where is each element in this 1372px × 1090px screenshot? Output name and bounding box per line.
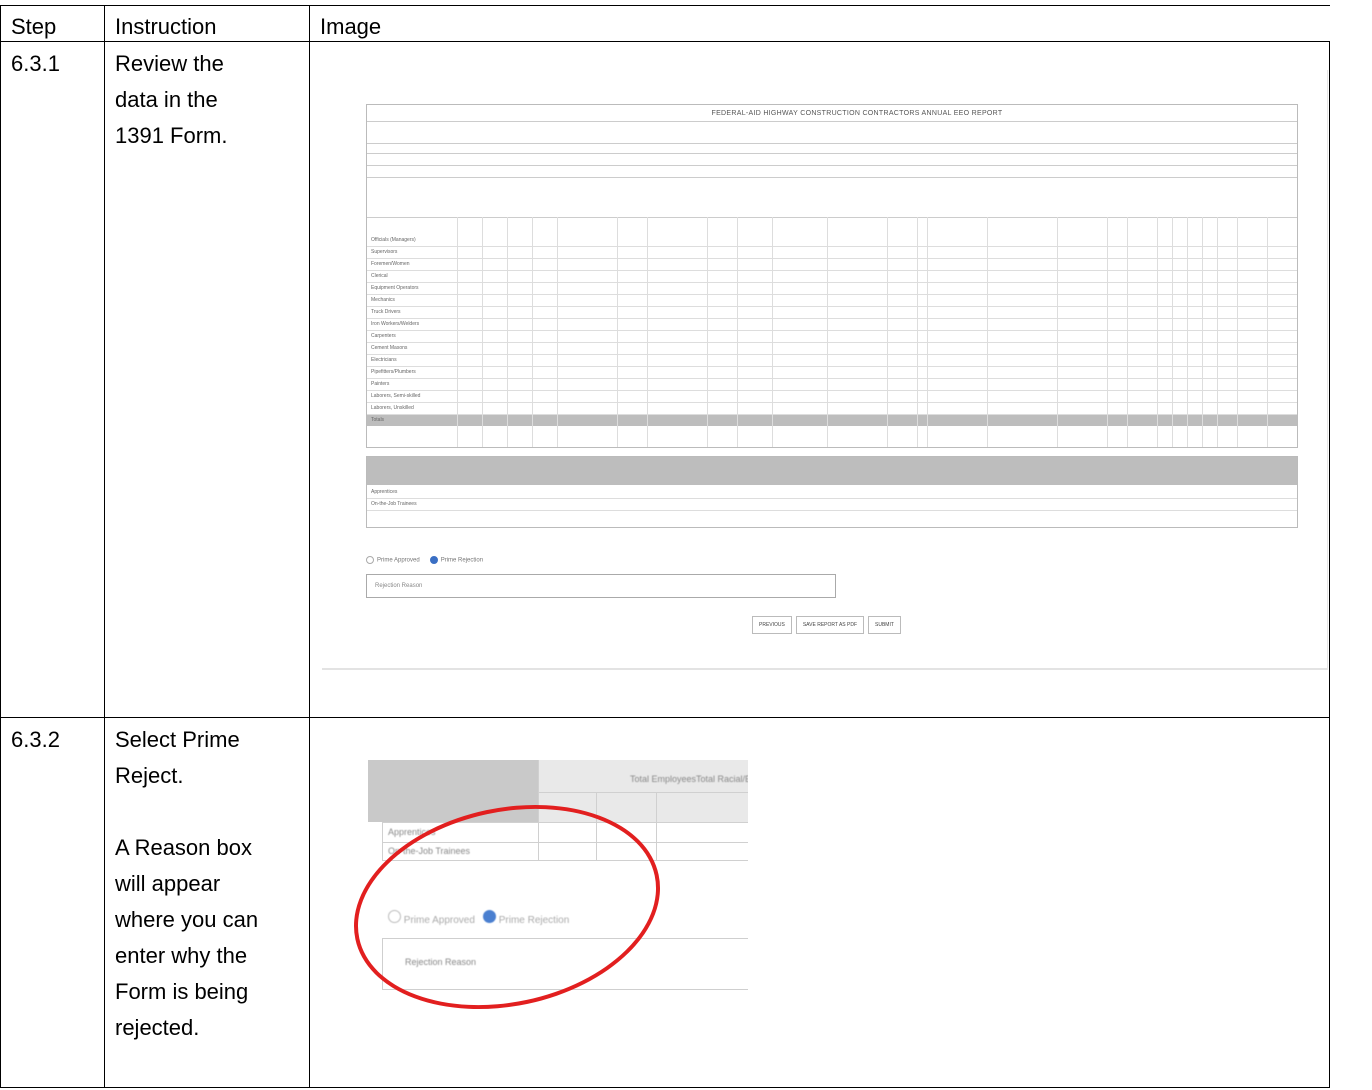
instruction-line: data in the (115, 87, 218, 112)
grid-column-line (1172, 217, 1173, 447)
grid-column-line (1237, 217, 1238, 447)
grid-column-line (1107, 217, 1108, 447)
job-category-label: Equipment Operators (371, 285, 419, 291)
grid-column-line (1217, 217, 1218, 447)
instruction-line: Select Prime (115, 727, 240, 752)
job-category-label: Cement Masons (371, 345, 408, 351)
job-category-label: Painters (371, 381, 390, 387)
zoom-header-total-employees: Total Employees (630, 774, 697, 784)
job-category-label: Carpenters (371, 333, 396, 339)
job-category-label: Mechanics (371, 297, 395, 303)
job-category-label: Laborers, Unskilled (371, 405, 414, 411)
job-category-label: Laborers, Semi-skilled (371, 393, 421, 399)
instruction-line: Review the (115, 51, 224, 76)
grid-column-line (482, 217, 483, 447)
previous-button[interactable]: PREVIOUS (752, 616, 792, 634)
job-category-label: Iron Workers/Welders (371, 321, 420, 327)
grid-column-line (1127, 217, 1128, 447)
verification-notice: ​ (366, 84, 1166, 90)
job-category-label: Truck Drivers (371, 309, 401, 315)
grid-column-line (532, 217, 533, 447)
job-category-label: Foremen/Women (371, 261, 410, 267)
table-b-row: On-the-Job Trainees (367, 499, 1297, 511)
job-category-label: Totals (371, 417, 385, 423)
instruction-document: Step Instruction Image 6.3.1 Review the … (0, 0, 1372, 1090)
grid-column-line (917, 217, 918, 447)
step-number: 6.3.1 (0, 41, 105, 718)
job-category-label: Pipefitters/Plumbers (371, 369, 416, 375)
grid-column-line (737, 217, 738, 447)
grid-column-line (707, 217, 708, 447)
instruction-note-line: Form is being (115, 979, 249, 1004)
grid-column-line (772, 217, 773, 447)
grid-column-line (1187, 217, 1188, 447)
submit-button[interactable]: SUBMIT (868, 616, 901, 634)
header-instruction: Instruction (104, 5, 310, 42)
grid-column-line (507, 217, 508, 447)
table-a-grid: Officials (Managers) Supervisors Foremen/W… (367, 217, 1297, 447)
grid-column-line (927, 217, 928, 447)
instruction-note-line: A Reason box (115, 835, 252, 860)
instruction-note-line: rejected. (115, 1015, 200, 1040)
rejection-reason-field[interactable]: Rejection Reason (366, 574, 836, 598)
job-category-label: Clerical (371, 273, 388, 279)
form-1391-screenshot: ​ FEDERAL-AID HIGHWAY CONSTRUCTION CONTR… (322, 70, 1328, 670)
eeo-report-form: FEDERAL-AID HIGHWAY CONSTRUCTION CONTRAC… (366, 104, 1298, 448)
instruction-line: Reject. (115, 763, 184, 788)
grid-column-line (887, 217, 888, 447)
approval-radio-group: Prime Approved Prime Rejection (366, 556, 483, 564)
header-row: Step Instruction Image (0, 5, 1330, 42)
table-b-row-label: On-the-Job Trainees (371, 501, 417, 507)
prime-rejection-radio[interactable]: Prime Rejection (429, 556, 483, 564)
instruction-note-line: where you can (115, 907, 259, 932)
screenshot-baseline (322, 668, 1327, 670)
prepared-by-section (366, 528, 1266, 550)
job-category-label: Electricians (371, 357, 397, 363)
grid-column-line (1267, 217, 1268, 447)
grid-column-line (827, 217, 828, 447)
grid-column-line (647, 217, 648, 447)
grid-column-line (457, 217, 458, 447)
table-b-grid: Apprentices On-the-Job Trainees (366, 456, 1298, 528)
grid-column-line (1157, 217, 1158, 447)
header-image: Image (309, 5, 1330, 42)
prime-approved-radio[interactable]: Prime Approved (366, 556, 420, 564)
form-buttons: PREVIOUS SAVE REPORT AS PDF SUBMIT (752, 616, 901, 634)
grid-column-line (1202, 217, 1203, 447)
table-b-header (367, 457, 1297, 485)
instruction-line: 1391 Form. (115, 123, 228, 148)
header-step: Step (0, 5, 105, 42)
job-category-label: Supervisors (371, 249, 398, 255)
grid-column-line (557, 217, 558, 447)
instruction-note-line: enter why the (115, 943, 248, 968)
step-instruction: Review the data in the 1391 Form. (104, 41, 310, 718)
grid-column-line (617, 217, 618, 447)
table-b-row: Apprentices (367, 487, 1297, 499)
table-b-row-label: Apprentices (371, 489, 398, 495)
job-category-label: Officials (Managers) (371, 237, 416, 243)
form-title: FEDERAL-AID HIGHWAY CONSTRUCTION CONTRAC… (711, 110, 1003, 117)
grid-column-line (987, 217, 988, 447)
step-number: 6.3.2 (0, 717, 105, 1088)
step-instruction: Select Prime Reject. A Reason box will a… (104, 717, 310, 1088)
save-pdf-button[interactable]: SAVE REPORT AS PDF (795, 616, 865, 634)
grid-column-line (1057, 217, 1058, 447)
instruction-note-line: will appear (115, 871, 221, 896)
zoom-header-racial: Total Racial/E (696, 774, 748, 784)
